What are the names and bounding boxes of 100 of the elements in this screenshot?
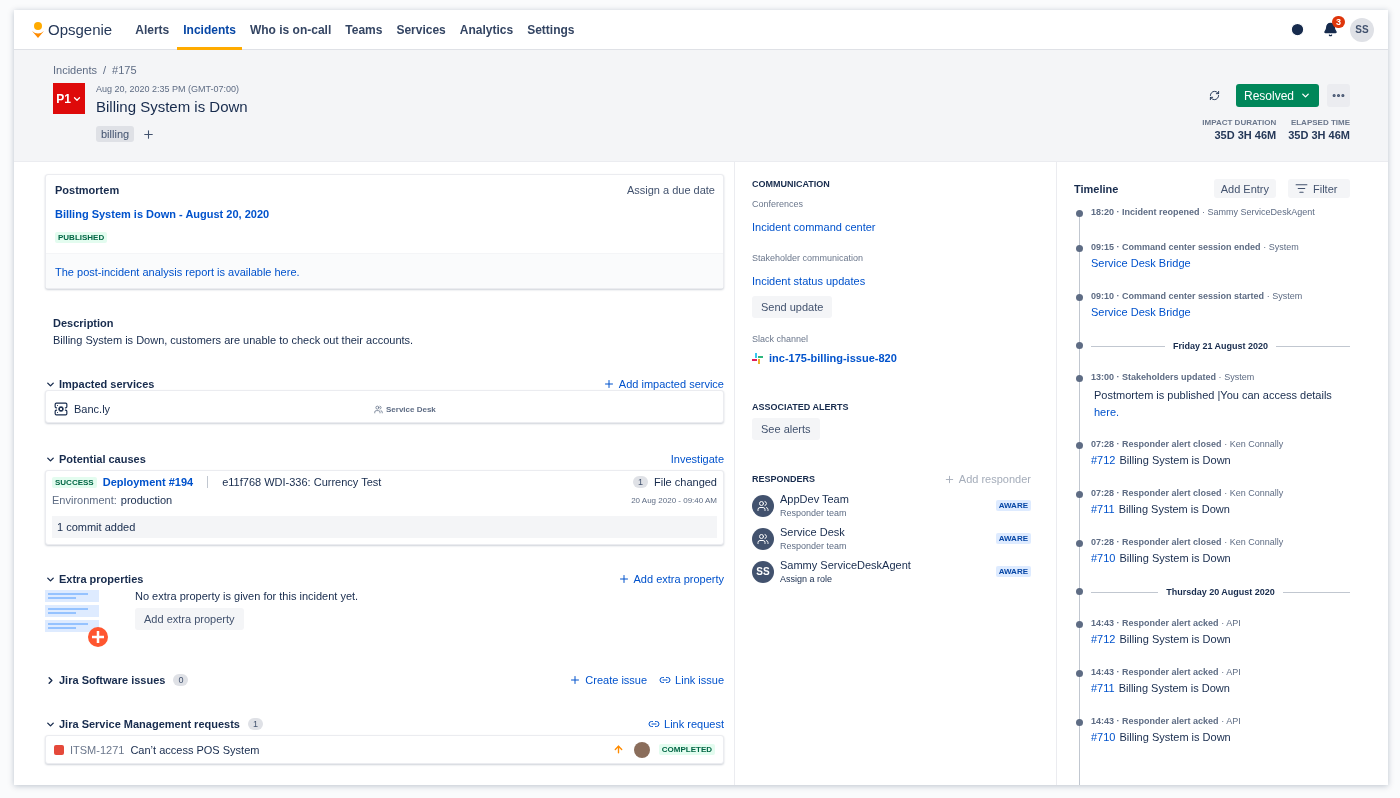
tag: billing [96, 126, 135, 142]
avatar-placeholder [633, 741, 650, 758]
user-avatar[interactable]: SS [1350, 17, 1374, 42]
status-lozenge: PUBLISHED [55, 232, 108, 243]
status-updates-link[interactable]: Incident status updates [752, 275, 866, 287]
report-link[interactable]: The post-incident analysis report is available here. [55, 266, 300, 278]
environment-label: Environment: [52, 494, 117, 506]
conference-link[interactable]: Incident command center [752, 221, 876, 233]
alert-link[interactable]: #711 [1091, 503, 1115, 515]
alert-title: Billing System is Down [1119, 633, 1231, 645]
timeline-link[interactable]: Service Desk Bridge [1091, 257, 1191, 269]
alert-link[interactable]: #710 [1091, 731, 1116, 743]
timeline-dot [1076, 670, 1083, 677]
timeline-meta: 14:43 · Responder alert acked · API [1091, 618, 1242, 628]
stat-label: IMPACT DURATION [1202, 118, 1277, 127]
responder-name: AppDev Team [780, 493, 849, 505]
alert-link[interactable]: #710 [1091, 552, 1116, 564]
nav-tab[interactable]: Analytics [453, 10, 520, 50]
refresh-icon[interactable] [1208, 90, 1220, 101]
commit-text: e11f768 WDI-336: Currency Test [222, 476, 382, 488]
field-label: Slack channel [752, 334, 810, 344]
link-issue-link[interactable]: Link issue [659, 674, 724, 686]
status-dropdown[interactable]: Resolved [1235, 84, 1319, 107]
add-extra-property-button[interactable]: Add extra property [135, 608, 244, 630]
section-title: RESPONDERS [752, 474, 815, 484]
timeline-dot [1076, 621, 1083, 628]
request-summary: Can’t access POS System [130, 743, 260, 756]
timeline-meta: 14:43 · Responder alert acked · API [1091, 716, 1242, 726]
filter-button[interactable]: Filter [1288, 179, 1350, 198]
timeline-dot [1076, 245, 1083, 252]
see-alerts-button[interactable]: See alerts [752, 418, 820, 440]
link-request-link[interactable]: Link request [648, 718, 724, 730]
service-icon [54, 402, 68, 416]
deployment-link[interactable]: Deployment #194 [102, 476, 194, 488]
add-extra-property-link[interactable]: Add extra property [617, 573, 724, 585]
priority-dropdown[interactable]: P1 [53, 83, 85, 114]
breadcrumb-link[interactable]: Incidents [53, 64, 98, 76]
nav-tab[interactable]: Services [390, 10, 452, 50]
responder-name: Service Desk [780, 526, 846, 538]
responder-role: Responder team [780, 508, 848, 518]
responder-role: Responder team [780, 541, 847, 551]
status-lozenge: AWARE [995, 533, 1031, 544]
nav-tab[interactable]: Alerts [129, 10, 176, 50]
count-badge: 1 [633, 476, 648, 488]
create-issue-link[interactable]: Create issue [569, 674, 648, 686]
timeline-dot [1076, 540, 1083, 547]
plus-icon [943, 473, 955, 485]
bell-icon [1323, 22, 1338, 37]
alert-title: Billing System is Down [1119, 552, 1231, 564]
empty-text: No extra property is given for this incident yet. [135, 590, 359, 602]
notification-count: 3 [1332, 16, 1345, 28]
timeline-meta: 07:28 · Responder alert closed · Ken Connally [1091, 537, 1285, 547]
section-title: ASSOCIATED ALERTS [752, 402, 850, 412]
alert-link[interactable]: #711 [1091, 682, 1115, 694]
timeline-link[interactable]: Service Desk Bridge [1091, 306, 1191, 318]
chevron-right-icon[interactable] [45, 674, 56, 686]
nav-tab[interactable]: Teams [339, 10, 389, 50]
add-impacted-service-link[interactable]: Add impacted service [602, 378, 724, 390]
timeline-note: Postmortem is published |You can access details [1094, 389, 1332, 401]
incident-title: Billing System is Down [96, 98, 248, 115]
plus-icon [602, 378, 615, 390]
team-icon [757, 499, 769, 512]
empty-properties-drawing [45, 590, 109, 648]
section-title: Timeline [1074, 182, 1119, 195]
count-badge: 1 [248, 718, 263, 730]
timeline-dot [1076, 375, 1083, 382]
section-title: Extra properties [59, 573, 144, 585]
timeline-meta: 07:28 · Responder alert closed · Ken Connally [1091, 488, 1285, 498]
timeline-meta: 09:10 · Command center session started · System [1091, 291, 1304, 301]
files-changed-text: File changed [654, 476, 717, 488]
timeline-dot [1076, 210, 1083, 217]
nav-tab[interactable]: Settings [521, 10, 581, 50]
slack-channel-link[interactable]: inc-175-billing-issue-820 [769, 352, 897, 364]
add-tag-icon[interactable] [142, 127, 156, 141]
notifications-button[interactable]: 3 [1319, 18, 1342, 41]
incident-date: Aug 20, 2020 2:35 PM (GMT-07:00) [96, 84, 241, 94]
add-entry-button[interactable]: Add Entry [1213, 179, 1276, 198]
field-label: Conferences [752, 199, 805, 209]
breadcrumb-link[interactable]: #175 [112, 64, 137, 76]
stat-label: ELAPSED TIME [1289, 118, 1350, 127]
timeline-dot [1076, 491, 1083, 498]
count-badge: 0 [173, 674, 189, 686]
field-label: Stakeholder communication [752, 253, 865, 263]
alert-title: Billing System is Down [1119, 731, 1231, 743]
nav-tab[interactable]: Who is on-call [243, 10, 338, 50]
send-update-button[interactable]: Send update [752, 296, 833, 318]
filter-icon [1295, 182, 1308, 195]
assign-due-date-link[interactable]: Assign a due date [626, 184, 715, 196]
note-link[interactable]: here. [1094, 406, 1120, 418]
more-button[interactable] [1327, 84, 1350, 107]
timeline-meta: 07:28 · Responder alert closed · Ken Connally [1091, 439, 1285, 449]
postmortem-link[interactable]: Billing System is Down - August 20, 2020 [55, 208, 270, 220]
status-lozenge: SUCCESS [52, 476, 97, 488]
alert-link[interactable]: #712 [1091, 633, 1116, 645]
investigate-link[interactable]: Investigate [670, 453, 724, 465]
alert-link[interactable]: #712 [1091, 454, 1116, 466]
request-type-icon [54, 744, 64, 755]
section-title: Description [53, 317, 115, 329]
link-icon [648, 718, 661, 730]
date-divider-label: Friday 21 August 2020 [1172, 341, 1269, 351]
